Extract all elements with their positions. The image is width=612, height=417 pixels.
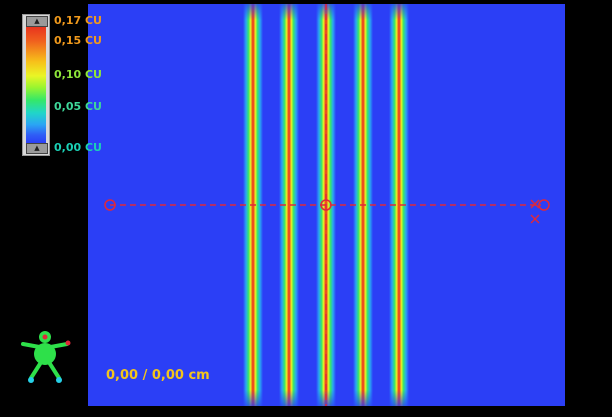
color-legend: ▲ ▲ (22, 14, 50, 156)
legend-gradient (26, 27, 46, 143)
legend-label: 0,10 CU (54, 68, 102, 81)
legend-scroll-up-button[interactable]: ▲ (26, 16, 48, 27)
dose-view[interactable] (88, 4, 565, 406)
legend-label-min: 0,00 CU (54, 141, 102, 154)
legend-label-max: 0,17 CU (54, 14, 102, 27)
cross-marker-icon[interactable] (530, 199, 540, 224)
dose-map[interactable] (88, 4, 565, 406)
legend-label: 0,05 CU (54, 100, 102, 113)
legend-scroll-down-button[interactable]: ▲ (26, 143, 48, 154)
coordinate-readout: 0,00 / 0,00 cm (106, 368, 210, 383)
patient-orientation-figure-icon[interactable] (14, 326, 76, 390)
legend-label: 0,15 CU (54, 34, 102, 47)
